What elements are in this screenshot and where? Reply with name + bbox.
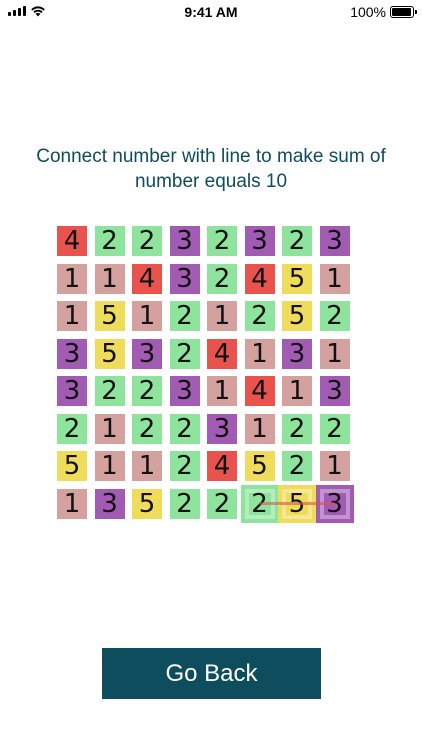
grid-cell[interactable]: 5 [282, 263, 312, 294]
grid-cell[interactable]: 1 [132, 451, 162, 481]
grid-cell[interactable]: 2 [244, 301, 275, 331]
grid-cell[interactable]: 2 [132, 413, 162, 444]
grid-cell[interactable]: 2 [132, 226, 162, 256]
grid-cell[interactable]: 5 [278, 484, 316, 523]
grid-cell[interactable]: 2 [282, 226, 312, 256]
grid-cell[interactable]: 4 [207, 338, 237, 369]
grid-cell[interactable]: 2 [169, 338, 200, 369]
grid-cell[interactable]: 3 [169, 376, 200, 406]
grid-cell[interactable]: 5 [244, 451, 275, 481]
grid-cell[interactable]: 5 [282, 301, 312, 331]
grid-cell[interactable]: 3 [57, 376, 87, 406]
grid-cell[interactable]: 2 [169, 451, 200, 481]
grid-cell[interactable]: 3 [319, 376, 350, 406]
grid-cell[interactable]: 1 [94, 451, 125, 481]
grid-cell[interactable]: 1 [244, 338, 275, 369]
go-back-button[interactable]: Go Back [102, 648, 321, 699]
grid-cell[interactable]: 2 [282, 413, 312, 444]
grid-cell[interactable]: 1 [207, 301, 237, 331]
grid-cell[interactable]: 2 [207, 226, 237, 256]
grid-cell[interactable]: 1 [207, 376, 237, 406]
grid-cell[interactable]: 1 [282, 376, 312, 406]
grid-cell[interactable]: 1 [319, 451, 350, 481]
grid-cell[interactable]: 4 [244, 263, 275, 294]
instruction-text: Connect number with line to make sum of … [36, 146, 386, 192]
grid-cell[interactable]: 5 [94, 338, 125, 369]
battery-icon [390, 6, 417, 18]
grid-cell[interactable]: 2 [207, 263, 237, 294]
battery-percentage: 100% [350, 4, 386, 20]
grid-cell[interactable]: 3 [207, 413, 237, 444]
grid-cell[interactable]: 4 [57, 226, 87, 256]
grid-cell[interactable]: 3 [169, 226, 200, 256]
grid-cell[interactable]: 2 [169, 413, 200, 444]
status-bar: 9:41 AM 100% [0, 0, 422, 24]
number-grid: 4223232311432451151212523532413132231413… [57, 226, 354, 523]
grid-cell[interactable]: 2 [94, 226, 125, 256]
grid-cell[interactable]: 4 [132, 263, 162, 294]
grid-cell[interactable]: 1 [94, 263, 125, 294]
grid-cell[interactable]: 1 [319, 263, 350, 294]
grid-cell[interactable]: 1 [244, 413, 275, 444]
grid-cell[interactable]: 1 [57, 301, 87, 331]
grid-cell[interactable]: 2 [207, 488, 237, 519]
grid-cell[interactable]: 1 [57, 263, 87, 294]
grid-cell[interactable]: 1 [57, 488, 87, 519]
grid-cell[interactable]: 1 [319, 338, 350, 369]
grid-cell[interactable]: 5 [94, 301, 125, 331]
grid-cell[interactable]: 3 [282, 338, 312, 369]
grid-cell[interactable]: 5 [57, 451, 87, 481]
grid-cell[interactable]: 3 [57, 338, 87, 369]
grid-cell[interactable]: 1 [132, 301, 162, 331]
grid-cell[interactable]: 2 [57, 413, 87, 444]
grid-cell[interactable]: 2 [240, 484, 279, 523]
grid-cell[interactable]: 4 [207, 451, 237, 481]
grid-cell[interactable]: 3 [315, 484, 354, 523]
grid-cell[interactable]: 3 [94, 488, 125, 519]
grid-cell[interactable]: 3 [244, 226, 275, 256]
grid-cell[interactable]: 3 [319, 226, 350, 256]
grid-cell[interactable]: 5 [132, 488, 162, 519]
grid-cell[interactable]: 2 [94, 376, 125, 406]
grid-cell[interactable]: 2 [319, 301, 350, 331]
grid-cell[interactable]: 4 [244, 376, 275, 406]
grid-cell[interactable]: 3 [169, 263, 200, 294]
grid-cell[interactable]: 2 [132, 376, 162, 406]
grid-cell[interactable]: 2 [319, 413, 350, 444]
grid-cell[interactable]: 3 [132, 338, 162, 369]
grid-cell[interactable]: 1 [94, 413, 125, 444]
grid-cell[interactable]: 2 [169, 301, 200, 331]
grid-cell[interactable]: 2 [282, 451, 312, 481]
grid-cell[interactable]: 2 [169, 488, 200, 519]
